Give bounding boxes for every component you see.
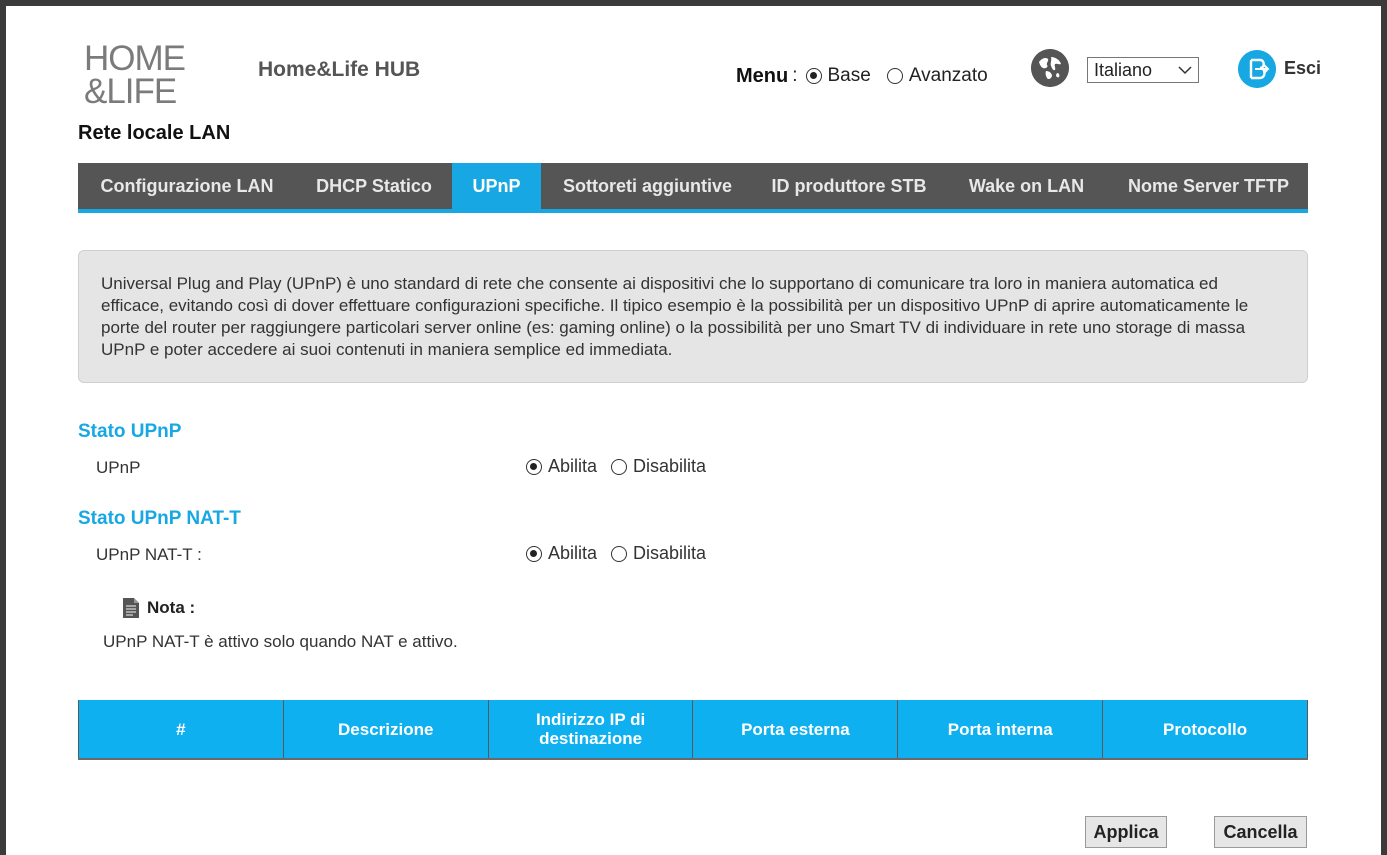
upnp-field-label: UPnP — [96, 458, 141, 477]
radio-unselected-icon[interactable] — [611, 458, 628, 475]
natt-enable-label: Abilita — [548, 543, 598, 563]
column-header-ip-destinazione: Indirizzo IP di destinazione — [487, 700, 694, 760]
menu-label: Menu — [736, 64, 789, 87]
router-page: HOME &LIFE Home&Life HUB Menu : Base Ava… — [6, 6, 1381, 855]
radio-selected-icon[interactable] — [805, 68, 822, 84]
menu-option-label: Avanzato — [908, 65, 988, 86]
logo-line-2: &LIFE — [84, 72, 177, 111]
upnp-rules-table: # Descrizione Indirizzo IP di destinazio… — [78, 700, 1308, 760]
menu-option-avanzato[interactable]: Avanzato — [886, 65, 988, 87]
tab-upnp[interactable]: UPnP — [452, 163, 541, 209]
upnp-disable-label: Disabilita — [633, 456, 707, 476]
tab-wake-on-lan[interactable]: Wake on LAN — [944, 163, 1109, 209]
menu-colon: : — [792, 65, 798, 86]
menu-option-base[interactable]: Base — [805, 65, 871, 87]
natt-disable-label: Disabilita — [633, 543, 707, 563]
home-life-logo: HOME &LIFE — [84, 39, 204, 114]
column-header-descrizione: Descrizione — [282, 700, 489, 760]
radio-selected-icon[interactable] — [526, 545, 542, 562]
tab-nome-server-tftp[interactable]: Nome Server TFTP — [1109, 163, 1308, 209]
language-select[interactable]: Italiano — [1087, 57, 1199, 83]
radio-unselected-icon[interactable] — [886, 68, 903, 84]
column-header-porta-interna: Porta interna — [897, 700, 1104, 760]
natt-radio-group: Abilita Disabilita — [526, 543, 720, 564]
app-title: Home&Life HUB — [258, 58, 421, 81]
column-header-index: # — [78, 700, 284, 760]
note-text: UPnP NAT-T è attivo solo quando NAT e at… — [103, 632, 458, 651]
tab-id-produttore-stb[interactable]: ID produttore STB — [754, 163, 944, 209]
note-label: Nota : — [147, 598, 196, 617]
cancel-button[interactable]: Cancella — [1214, 816, 1307, 848]
section-title-upnp: Stato UPnP — [78, 421, 182, 442]
logo-line-1: HOME — [84, 39, 186, 78]
globe-icon — [1031, 49, 1069, 87]
upnp-radio-group: Abilita Disabilita — [526, 456, 720, 477]
natt-disable-option[interactable]: Disabilita — [611, 543, 706, 564]
upnp-info-box: Universal Plug and Play (UPnP) è uno sta… — [78, 250, 1308, 383]
upnp-disable-option[interactable]: Disabilita — [611, 456, 706, 477]
menu-option-label: Base — [827, 65, 871, 86]
column-header-protocollo: Protocollo — [1102, 700, 1308, 760]
page-title: Rete locale LAN — [78, 122, 231, 144]
menu-mode-selector: Menu : Base Avanzato — [736, 61, 1004, 91]
chevron-down-icon — [1178, 66, 1192, 75]
tab-dhcp-statico[interactable]: DHCP Statico — [296, 163, 452, 209]
table-header-row: # Descrizione Indirizzo IP di destinazio… — [78, 700, 1308, 760]
logout-icon[interactable] — [1238, 50, 1276, 88]
tab-bar: Configurazione LAN DHCP Statico UPnP Sot… — [78, 163, 1308, 213]
natt-enable-option[interactable]: Abilita — [526, 543, 597, 564]
language-value: Italiano — [1094, 59, 1153, 80]
upnp-enable-option[interactable]: Abilita — [526, 456, 597, 477]
natt-field-label: UPnP NAT-T : — [96, 545, 202, 564]
upnp-enable-label: Abilita — [548, 456, 598, 476]
radio-selected-icon[interactable] — [526, 458, 542, 475]
radio-unselected-icon[interactable] — [611, 545, 628, 562]
apply-button[interactable]: Applica — [1085, 816, 1167, 848]
note-document-icon — [123, 598, 139, 618]
logout-label[interactable]: Esci — [1284, 58, 1321, 79]
section-title-upnp-nat-t: Stato UPnP NAT-T — [78, 508, 241, 529]
tab-sottoreti-aggiuntive[interactable]: Sottoreti aggiuntive — [541, 163, 754, 209]
column-header-porta-esterna: Porta esterna — [692, 700, 899, 760]
tab-configurazione-lan[interactable]: Configurazione LAN — [78, 163, 296, 209]
